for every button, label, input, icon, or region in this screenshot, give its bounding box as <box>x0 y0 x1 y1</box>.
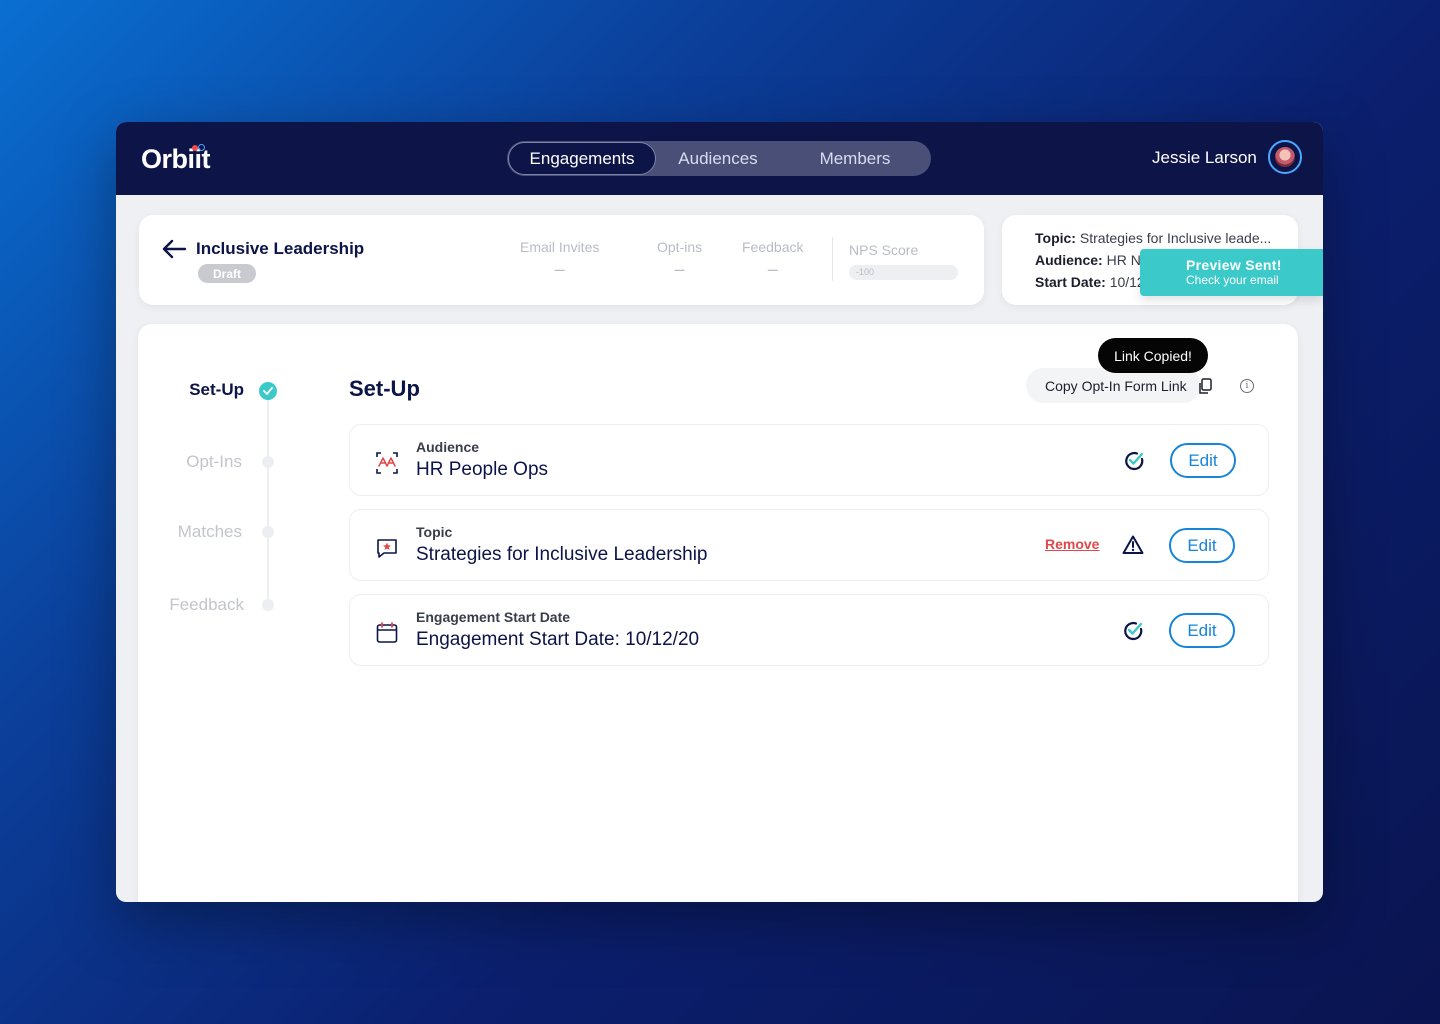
step-setup[interactable]: Set-Up <box>138 380 244 400</box>
stat-divider <box>832 237 833 281</box>
topic-chat-icon <box>377 539 397 558</box>
edit-start-date-button[interactable]: Edit <box>1169 613 1235 648</box>
stat-label: Feedback <box>742 239 804 255</box>
row-label: Audience <box>416 439 480 455</box>
stat-label: Opt-ins <box>657 239 703 255</box>
tab-engagements[interactable]: Engagements <box>508 142 656 175</box>
section-title: Set-Up <box>349 376 420 401</box>
nps-score-label: NPS Score <box>849 242 919 258</box>
stat-feedback: Feedback – <box>742 239 803 280</box>
edit-audience-button[interactable]: Edit <box>1170 443 1236 478</box>
setup-panel: Set-Up Opt-Ins Matches Feedback Set-Up C… <box>138 324 1298 902</box>
main-nav-tabs: Engagements Audiences Members <box>507 141 931 176</box>
stat-value: – <box>767 259 778 279</box>
setup-row-audience: Audience HR People Ops Edit <box>349 424 1269 496</box>
setup-row-topic: Topic Strategies for Inclusive Leadershi… <box>349 509 1269 581</box>
step-matches[interactable]: Matches <box>136 522 242 542</box>
toast-subtitle: Check your email <box>1186 273 1279 287</box>
remove-topic-link[interactable]: Remove <box>1045 536 1099 552</box>
avatar[interactable] <box>1268 140 1302 174</box>
check-circle-icon <box>1125 451 1144 471</box>
user-name[interactable]: Jessie Larson <box>1152 148 1257 168</box>
setup-row-start-date: Engagement Start Date Engagement Start D… <box>349 594 1269 666</box>
step-dot <box>262 456 274 468</box>
stat-value: – <box>554 259 565 279</box>
stat-opt-ins: Opt-ins – <box>657 239 702 280</box>
copy-icon <box>1199 378 1212 394</box>
check-icon <box>259 382 277 400</box>
step-line <box>267 392 269 604</box>
engagement-title: Inclusive Leadership <box>196 239 365 258</box>
copy-link-label: Copy Opt-In Form Link <box>1045 377 1187 394</box>
step-dot <box>262 599 274 611</box>
copy-opt-in-link-button[interactable]: Copy Opt-In Form Link <box>1026 368 1212 403</box>
engagement-summary-card: Inclusive Leadership Draft Email Invites… <box>139 215 984 305</box>
tab-members[interactable]: Members <box>780 142 930 175</box>
row-value: HR People Ops <box>416 459 549 480</box>
avatar-image <box>1273 145 1297 169</box>
app-window: Orbiit Engagements Audiences Members Jes… <box>116 122 1323 902</box>
info-topic: Topic: Strategies for Inclusive leade... <box>1035 230 1271 246</box>
info-audience: Audience: HR Ne <box>1035 252 1149 268</box>
info-start-date: Start Date: 10/12 <box>1035 274 1145 290</box>
warning-icon <box>1122 535 1144 554</box>
orbiit-logo[interactable]: Orbiit <box>141 144 211 175</box>
tab-audiences[interactable]: Audiences <box>656 142 780 175</box>
top-nav-bar: Orbiit Engagements Audiences Members Jes… <box>116 122 1323 195</box>
logo-dot-blue <box>198 144 205 151</box>
stat-value: – <box>674 259 685 279</box>
row-label: Topic <box>416 524 453 540</box>
row-label: Engagement Start Date <box>416 609 571 625</box>
link-copied-tooltip: Link Copied! <box>1098 338 1208 373</box>
edit-topic-button[interactable]: Edit <box>1169 528 1235 563</box>
row-value: Strategies for Inclusive Leadership <box>416 544 708 565</box>
check-circle-icon <box>1124 621 1143 641</box>
calendar-icon <box>376 622 398 643</box>
stat-email-invites: Email Invites – <box>520 239 599 280</box>
step-feedback[interactable]: Feedback <box>138 595 244 615</box>
step-dot <box>262 526 274 538</box>
step-opt-ins[interactable]: Opt-Ins <box>136 452 242 472</box>
preview-sent-toast[interactable]: Preview Sent! Check your email <box>1140 249 1323 296</box>
audience-icon <box>376 452 398 474</box>
info-topic-label: Topic: <box>1035 230 1076 246</box>
info-audience-label: Audience: <box>1035 252 1103 268</box>
info-topic-value: Strategies for Inclusive leade... <box>1079 230 1272 246</box>
back-arrow-icon[interactable] <box>161 239 187 259</box>
info-icon[interactable]: i <box>1240 379 1254 393</box>
stat-label: Email Invites <box>520 239 600 255</box>
toast-title: Preview Sent! <box>1186 257 1282 273</box>
row-value: Engagement Start Date: 10/12/20 <box>416 629 700 650</box>
info-start-label: Start Date: <box>1035 274 1106 290</box>
status-badge: Draft <box>198 264 256 283</box>
nps-score-bar: -100 <box>849 265 958 280</box>
